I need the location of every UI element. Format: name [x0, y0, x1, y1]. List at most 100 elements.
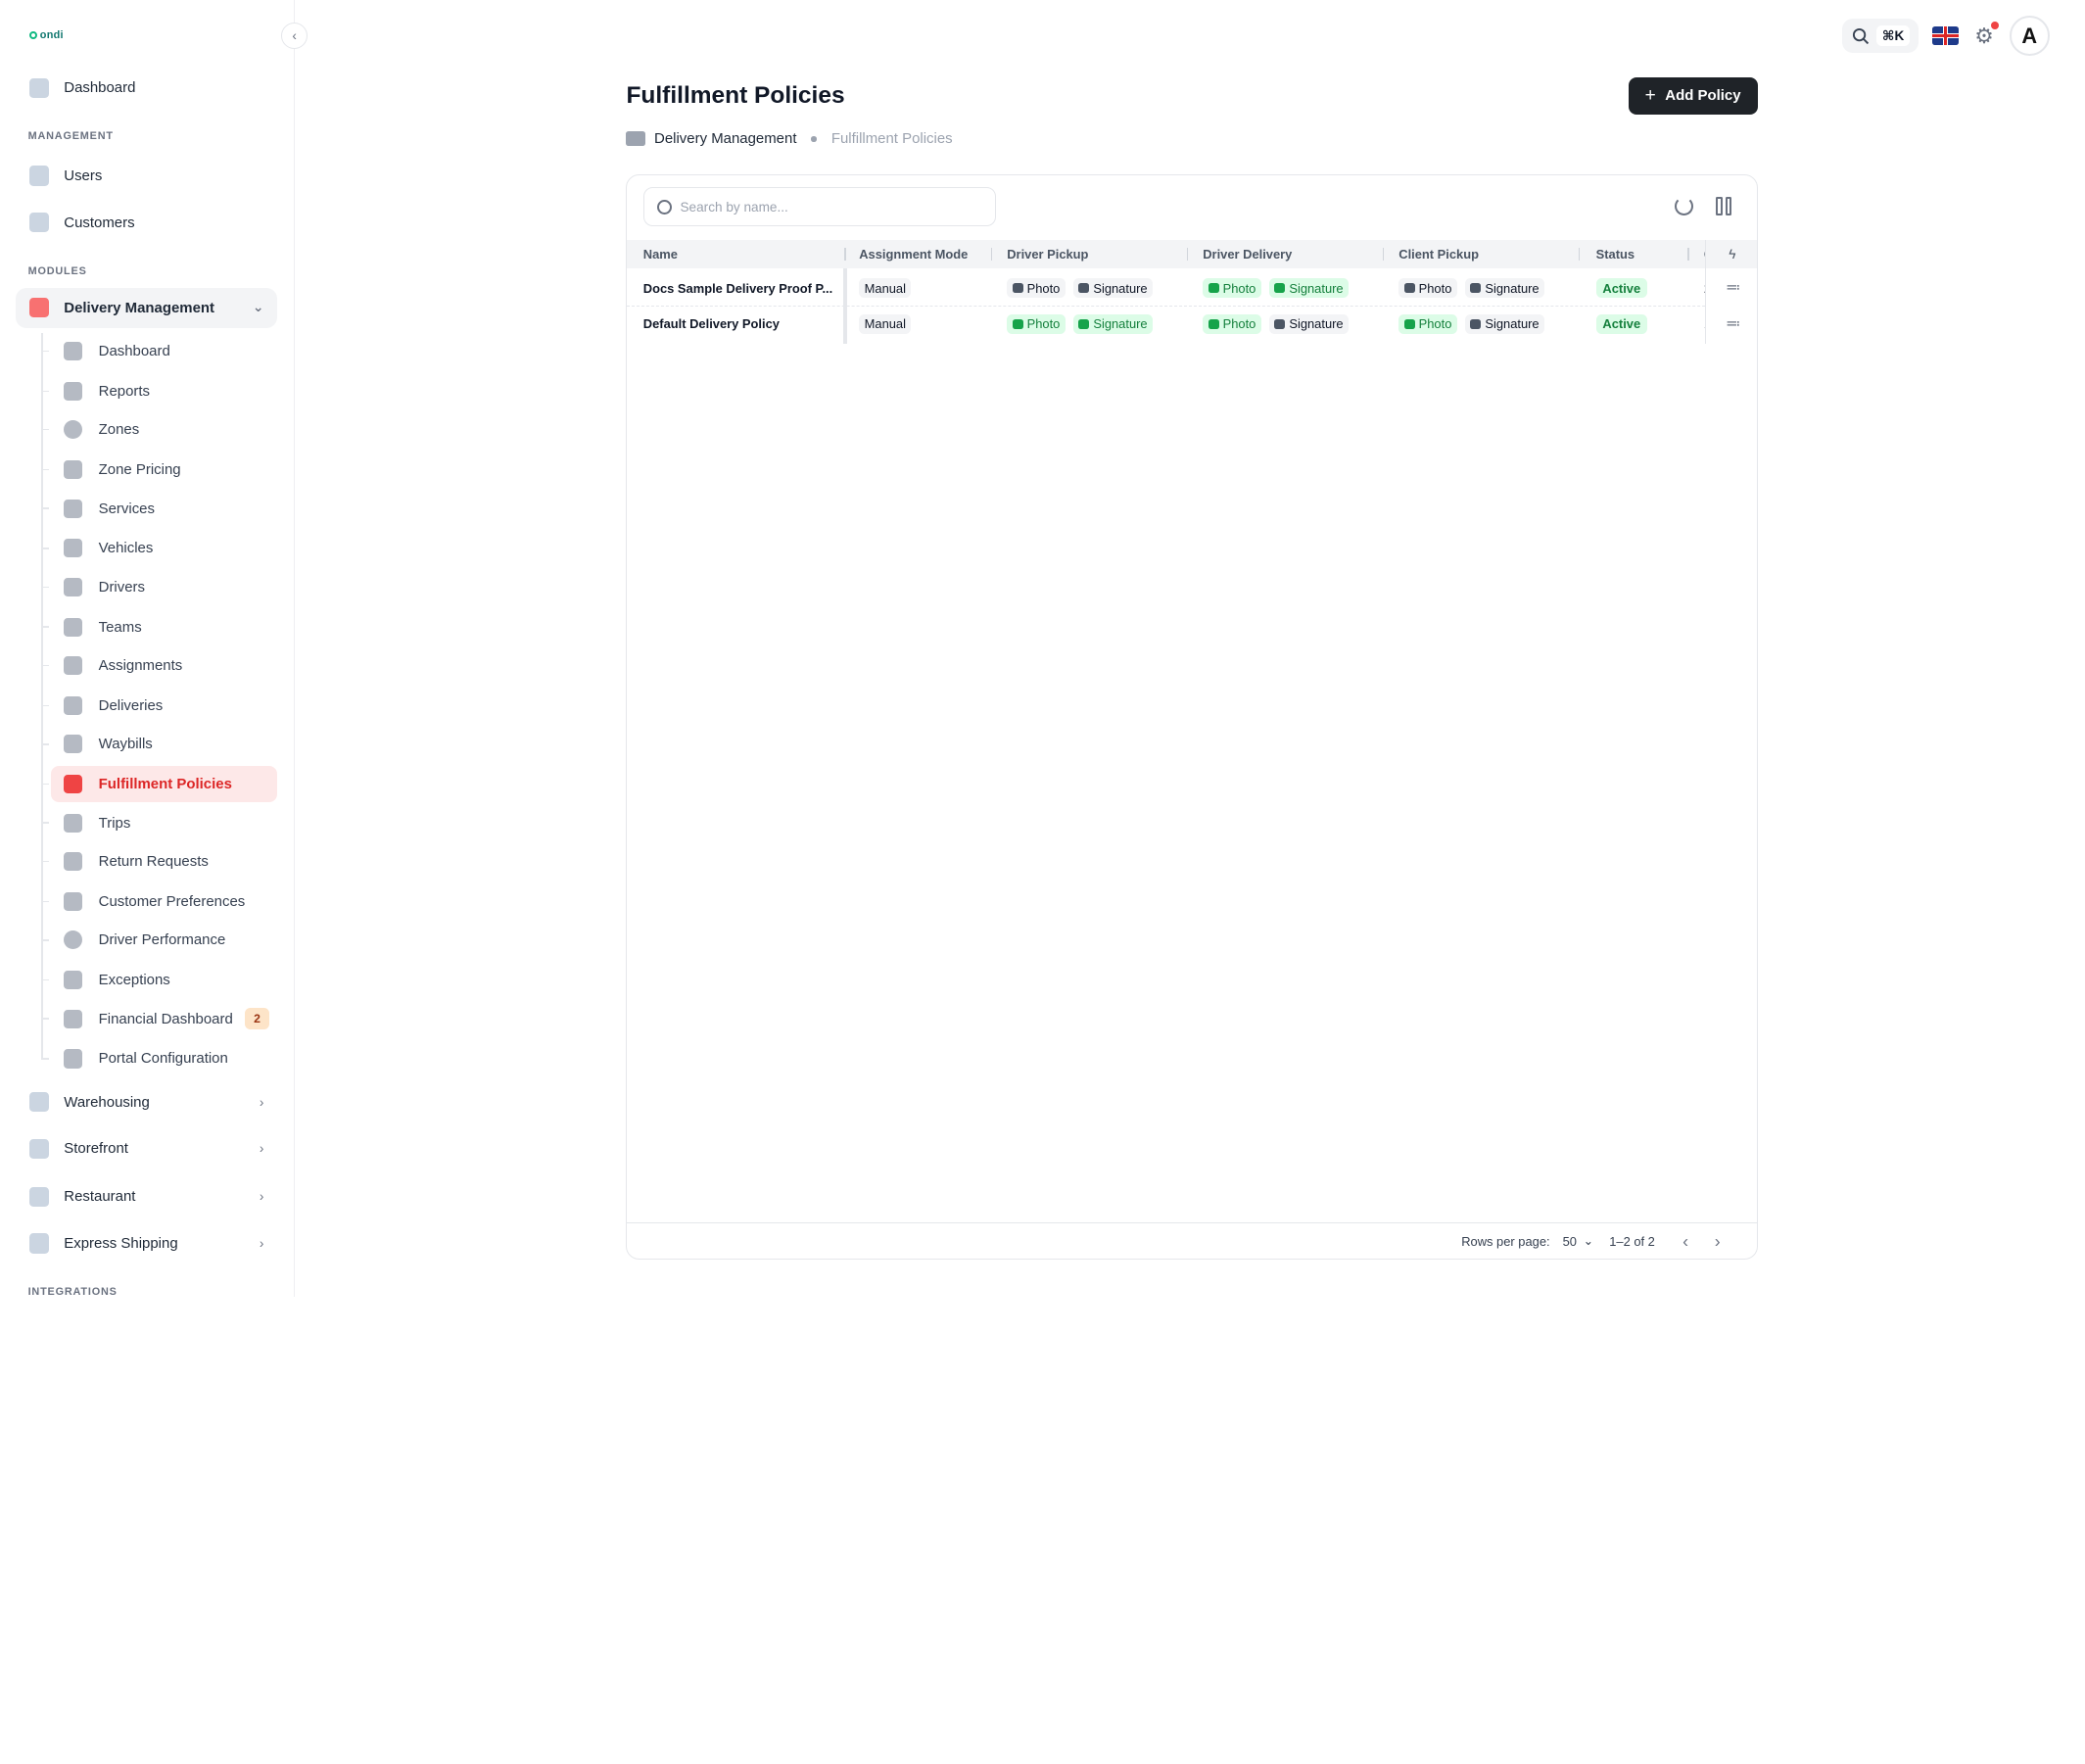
sidebar-item-label: Vehicles [98, 540, 154, 557]
shortcut-hint: ⌘K [1876, 25, 1910, 47]
sidebar-subitem-dashboard[interactable]: Dashboard [41, 333, 277, 369]
pen-icon [1078, 283, 1090, 293]
sidebar-item-label: Warehousing [64, 1093, 150, 1111]
rows-per-page-select[interactable]: 50 ⌄ [1563, 1223, 1593, 1259]
tree-connector [41, 390, 50, 392]
truck-icon [626, 131, 645, 147]
chip-label: Manual [864, 280, 906, 296]
signature-chip: Signature [1464, 313, 1545, 335]
pen-icon [1274, 283, 1286, 293]
column-header-name[interactable]: Name [643, 240, 846, 269]
column-header-driver-pickup[interactable]: Driver Pickup [1007, 240, 1189, 269]
mode-chip: Manual [859, 313, 912, 335]
breadcrumb-current: Fulfillment Policies [830, 130, 953, 148]
sidebar-subitem-drivers[interactable]: Drivers [41, 569, 277, 605]
avatar[interactable]: A [2009, 16, 2050, 57]
add-policy-button[interactable]: + Add Policy [1628, 76, 1758, 115]
truck-icon [64, 813, 83, 833]
sidebar-subitem-financial-dashboard[interactable]: Financial Dashboard 2 [41, 1001, 277, 1037]
sidebar-item-label: Customer Preferences [98, 892, 246, 910]
sidebar-subitem-zones[interactable]: Zones [41, 411, 277, 448]
section-label-management: MANAGEMENT [27, 130, 114, 143]
column-resize-handle[interactable] [842, 268, 847, 344]
sidebar-subitem-waybills[interactable]: Waybills [41, 727, 277, 763]
global-search-button[interactable]: ⌘K [1842, 19, 1919, 54]
table-row[interactable]: Docs Sample Delivery Proof P... Manual P… [627, 270, 1757, 307]
sidebar-subitem-portal-configuration[interactable]: Portal Configuration [41, 1041, 277, 1077]
sidebar-subitem-services[interactable]: Services [41, 491, 277, 527]
column-header-driver-delivery[interactable]: Driver Delivery [1203, 240, 1385, 269]
actions-column: ϟ ≕ ≕ [1705, 239, 1757, 344]
pen-icon [1274, 319, 1286, 329]
page-title: Fulfillment Policies [626, 82, 845, 110]
column-header-assignment-mode[interactable]: Assignment Mode [859, 240, 993, 269]
chip-label: Manual [864, 316, 906, 332]
table-row[interactable]: Default Delivery Policy Manual Photo Sig… [627, 307, 1756, 343]
sidebar-subitem-deliveries[interactable]: Deliveries [41, 688, 277, 724]
chevron-left-icon: ‹ [1682, 1230, 1688, 1251]
tree-connector [41, 350, 50, 353]
mode-chip: Manual [859, 277, 912, 299]
photo-chip: Photo [1203, 277, 1261, 299]
sidebar-item-delivery-management[interactable]: Delivery Management ⌄ [16, 287, 277, 328]
row-menu-icon[interactable]: ≕ [1706, 305, 1756, 341]
logo-text: ondi [39, 28, 64, 41]
prev-page-button[interactable]: ‹ [1682, 1223, 1688, 1259]
chip-label: Photo [1222, 316, 1256, 332]
pagination-range: 1–2 of 2 [1609, 1233, 1655, 1249]
sidebar-item-label: Portal Configuration [98, 1050, 228, 1068]
sidebar-subitem-return-requests[interactable]: Return Requests [41, 843, 277, 880]
sidebar-item-storefront[interactable]: Storefront › [16, 1128, 277, 1168]
truck-icon [64, 775, 83, 794]
next-page-button[interactable]: › [1715, 1223, 1721, 1259]
tree-connector [41, 1058, 50, 1060]
breadcrumb-parent[interactable]: Delivery Management [654, 130, 796, 147]
settings-button[interactable]: ⚙ [1972, 21, 1999, 48]
uk-flag-icon[interactable] [1931, 26, 1960, 46]
column-label: Name [642, 246, 678, 262]
collapse-sidebar-button[interactable]: ‹ [281, 23, 308, 50]
sidebar-item-dashboard[interactable]: Dashboard [16, 68, 277, 108]
sidebar-subitem-reports[interactable]: Reports [41, 373, 277, 409]
sidebar-subitem-customer-preferences[interactable]: Customer Preferences [41, 883, 277, 920]
columns-icon[interactable] [1716, 197, 1732, 216]
plus-icon: + [1644, 84, 1656, 106]
sidebar-subitem-fulfillment-policies[interactable]: Fulfillment Policies [41, 766, 277, 803]
table-search[interactable] [642, 187, 997, 226]
signature-chip: Signature [1072, 277, 1154, 299]
sidebar-item-users[interactable]: Users [16, 156, 277, 196]
sidebar-subitem-trips[interactable]: Trips [41, 805, 277, 841]
sidebar-subitem-driver-performance[interactable]: Driver Performance [41, 923, 277, 959]
sidebar-item-restaurant[interactable]: Restaurant › [16, 1176, 277, 1216]
column-header-client-pickup[interactable]: Client Pickup [1398, 240, 1581, 269]
policy-name[interactable]: Default Delivery Policy [643, 307, 780, 343]
sidebar-item-customers[interactable]: Customers [16, 203, 277, 243]
refresh-icon[interactable] [1674, 197, 1693, 216]
tree-connector [41, 900, 50, 903]
sidebar-item-label: Deliveries [98, 696, 164, 714]
signature-chip: Signature [1268, 313, 1350, 335]
row-menu-icon[interactable]: ≕ [1706, 268, 1756, 305]
sidebar-item-express-shipping[interactable]: Express Shipping › [16, 1223, 277, 1263]
policy-name[interactable]: Docs Sample Delivery Proof P... [643, 270, 832, 307]
search-input[interactable] [680, 199, 947, 215]
truck-icon [28, 298, 50, 318]
sidebar-subitem-vehicles[interactable]: Vehicles [41, 531, 277, 567]
logo-mark-icon [28, 30, 38, 39]
logo[interactable]: ondi [28, 28, 64, 41]
sidebar-item-warehousing[interactable]: Warehousing › [16, 1082, 277, 1122]
chip-label: Signature [1485, 280, 1540, 296]
column-header-status[interactable]: Status [1596, 240, 1689, 269]
sidebar-subitem-assignments[interactable]: Assignments [41, 647, 277, 684]
sidebar-item-label: Fulfillment Policies [98, 776, 232, 793]
tree-connector [41, 664, 50, 667]
signature-chip: Signature [1464, 277, 1545, 299]
rows-per-page-label: Rows per page: [1461, 1233, 1550, 1249]
chip-label: Signature [1289, 316, 1344, 332]
sidebar-subitem-teams[interactable]: Teams [41, 609, 277, 645]
sidebar-item-label: Delivery Management [64, 299, 215, 316]
sliders-icon [64, 891, 83, 911]
sidebar-subitem-exceptions[interactable]: Exceptions [41, 962, 277, 998]
avatar-initial: A [2021, 23, 2038, 48]
sidebar-subitem-zone-pricing[interactable]: Zone Pricing [41, 452, 277, 488]
